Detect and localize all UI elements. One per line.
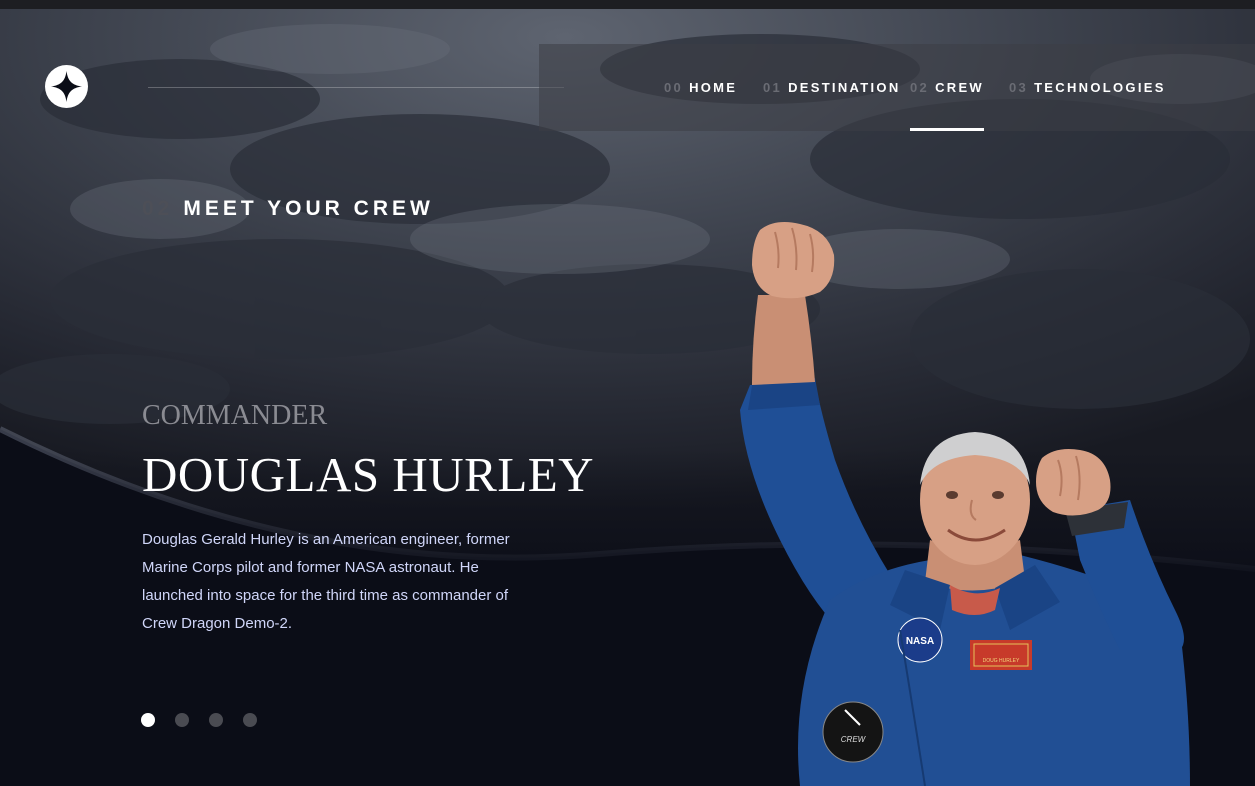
- carousel-dot-1[interactable]: [141, 713, 155, 727]
- page-heading-number: 02: [142, 197, 174, 220]
- nav-technologies-label: TECHNOLOGIES: [1034, 80, 1166, 95]
- name-badge-text: DOUG HURLEY: [983, 658, 1020, 664]
- nav-crew-number: 02: [910, 80, 930, 95]
- crew-name: DOUGLAS HURLEY: [142, 447, 595, 502]
- active-nav-indicator: [910, 128, 984, 131]
- carousel-dot-4[interactable]: [243, 713, 257, 727]
- crew-carousel-dots: [141, 713, 257, 728]
- star-icon: [51, 71, 82, 102]
- crew-portrait: NASA DOUG HURLEY CREW: [720, 210, 1200, 786]
- mission-patch-text: CREW: [841, 735, 867, 744]
- nav-destination[interactable]: 01 DESTINATION: [763, 44, 901, 131]
- site-logo[interactable]: [45, 65, 88, 108]
- carousel-dot-3[interactable]: [209, 713, 223, 727]
- page-heading-text: MEET YOUR CREW: [183, 197, 434, 220]
- nav-technologies[interactable]: 03 TECHNOLOGIES: [1009, 44, 1166, 131]
- main-nav: 00 HOME 01 DESTINATION 02 CREW 03 TECHNO…: [539, 44, 1255, 131]
- page-heading: 02 MEET YOUR CREW: [142, 197, 434, 221]
- nav-home-number: 00: [664, 80, 684, 95]
- nav-destination-label: DESTINATION: [788, 80, 901, 95]
- nasa-patch-text: NASA: [906, 636, 934, 647]
- nav-crew[interactable]: 02 CREW: [910, 44, 984, 131]
- nav-technologies-number: 03: [1009, 80, 1029, 95]
- nav-crew-label: CREW: [935, 80, 984, 95]
- carousel-dot-2[interactable]: [175, 713, 189, 727]
- window-top-bar: [0, 0, 1255, 9]
- header-divider: [148, 87, 564, 88]
- nav-destination-number: 01: [763, 80, 783, 95]
- nav-home[interactable]: 00 HOME: [664, 44, 737, 131]
- crew-bio: Douglas Gerald Hurley is an American eng…: [142, 531, 510, 632]
- nav-home-label: HOME: [689, 80, 738, 95]
- crew-role: COMMANDER: [142, 400, 328, 431]
